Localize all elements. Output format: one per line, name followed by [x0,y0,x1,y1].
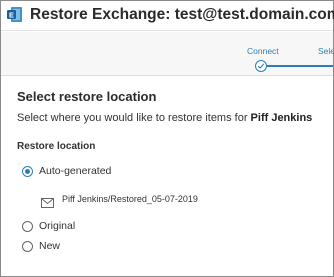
wizard-stepper: Connect Sele [1,32,333,76]
step-select-label[interactable]: Sele [318,46,333,56]
restore-dialog: E Restore Exchange: test@test.domain.com… [0,0,334,277]
option-new-label[interactable]: New [39,240,60,252]
title-bar: E Restore Exchange: test@test.domain.com [1,1,334,31]
page-subtitle: Select where you would like to restore i… [17,112,312,124]
window-title: Restore Exchange: test@test.domain.com [30,6,334,23]
user-name: Piff Jenkins [250,112,313,124]
auto-generated-path-text: Piff Jenkins/Restored_05-07-2019 [62,194,198,204]
envelope-icon [41,195,54,213]
step-connect-label[interactable]: Connect [247,46,279,56]
option-original-label[interactable]: Original [39,220,75,232]
radio-new[interactable] [22,241,33,252]
step-connect-check-icon [255,60,267,72]
restore-location-label: Restore location [17,141,96,152]
option-auto-generated-label[interactable]: Auto-generated [39,165,111,177]
exchange-logo-icon: E [6,6,23,23]
svg-text:E: E [9,10,14,19]
page-title: Select restore location [17,89,157,104]
radio-auto-generated[interactable] [22,166,33,177]
subtitle-text: Select where you would like to restore i… [17,112,251,124]
radio-original[interactable] [22,221,33,232]
step-progress-line [267,65,333,67]
